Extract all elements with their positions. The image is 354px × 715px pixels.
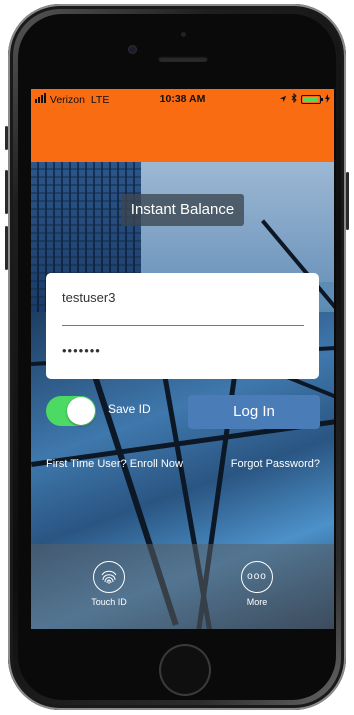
toggle-knob — [67, 397, 95, 425]
power-button — [346, 172, 349, 230]
enroll-now-link[interactable]: First Time User? Enroll Now — [46, 458, 183, 470]
username-field[interactable]: testuser3 — [62, 287, 302, 309]
more-label: More — [246, 597, 268, 607]
proximity-sensor — [181, 32, 186, 37]
more-icon: ooo — [241, 561, 273, 593]
fingerprint-icon — [93, 561, 125, 593]
save-id-label: Save ID — [108, 402, 151, 416]
header-bar: Verizon LTE 10:38 AM — [31, 89, 334, 162]
front-camera — [128, 45, 137, 54]
touch-id-button[interactable]: Touch ID — [69, 561, 149, 607]
touch-id-label: Touch ID — [91, 597, 127, 607]
volume-up-button — [5, 170, 8, 214]
forgot-password-link[interactable]: Forgot Password? — [231, 458, 320, 470]
battery-icon — [301, 95, 323, 104]
bottom-toolbar: Touch ID ooo More — [31, 544, 334, 629]
mute-switch — [5, 126, 8, 150]
earpiece-speaker — [158, 56, 208, 62]
password-field[interactable]: ••••••• — [62, 341, 302, 361]
more-button[interactable]: ooo More — [217, 561, 297, 607]
log-in-button[interactable]: Log In — [188, 395, 320, 429]
volume-down-button — [5, 226, 8, 270]
login-card: testuser3 ••••••• — [46, 273, 319, 379]
home-button[interactable] — [159, 644, 211, 696]
app-screen: Verizon LTE 10:38 AM Instant Balance tes… — [31, 89, 334, 629]
save-id-toggle[interactable] — [46, 396, 96, 426]
status-bar: Verizon LTE 10:38 AM — [31, 92, 334, 107]
charging-icon — [325, 93, 330, 106]
more-dots: ooo — [247, 571, 267, 582]
location-arrow-icon — [279, 94, 287, 106]
bluetooth-icon — [291, 92, 297, 106]
instant-balance-button[interactable]: Instant Balance — [121, 194, 244, 226]
field-divider — [62, 325, 304, 326]
